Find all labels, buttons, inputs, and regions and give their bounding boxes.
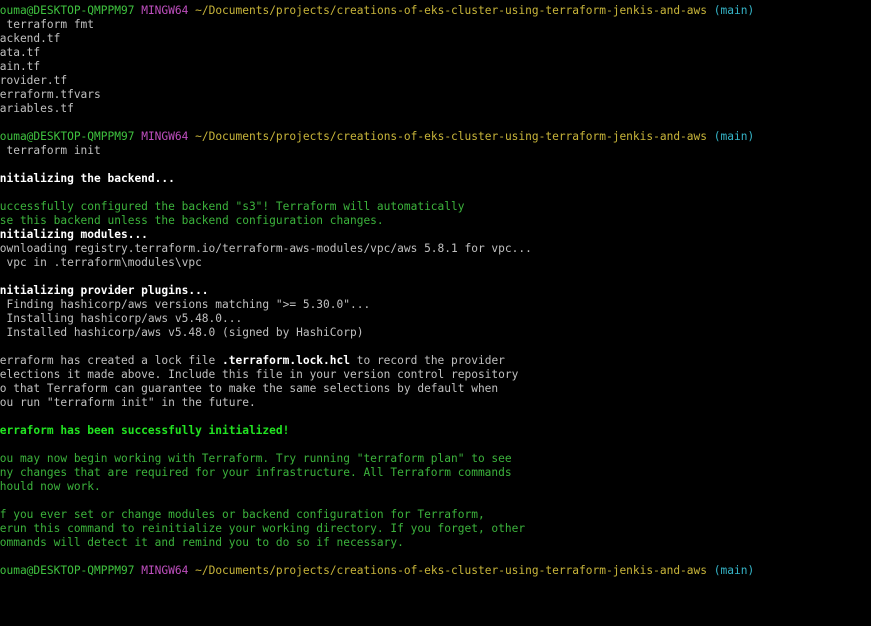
text-segment: Successfully configured the backend "s3"… [0,200,465,213]
text-segment: selections it made above. Include this f… [0,368,519,381]
prompt-line: zouma@DESKTOP-QMPPM97 MINGW64 ~/Document… [0,4,871,18]
output-line: Initializing modules... [0,228,871,242]
text-segment: MINGW64 [141,564,189,577]
text-segment: MINGW64 [141,4,189,17]
output-line: terraform.tfvars [0,88,871,102]
text-segment: ~/Documents/projects/creations-of-eks-cl… [195,564,708,577]
text-segment: Terraform has been successfully initiali… [0,424,290,437]
output-line: - Installed hashicorp/aws v5.48.0 (signe… [0,326,871,340]
text-segment: - Finding hashicorp/aws versions matchin… [0,298,371,311]
output-line: Initializing provider plugins... [0,284,871,298]
text-segment: - Installed hashicorp/aws v5.48.0 (signe… [0,326,364,339]
text-segment: You may now begin working with Terraform… [0,452,512,465]
text-segment [707,4,714,17]
output-line: Initializing the backend... [0,172,871,186]
output-line: Terraform has created a lock file .terra… [0,354,871,368]
text-segment: data.tf [0,46,41,59]
text-segment: ~/Documents/projects/creations-of-eks-cl… [195,4,708,17]
text-segment [707,564,714,577]
text-segment: If you ever set or change modules or bac… [0,508,485,521]
command-line: $ terraform init [0,144,871,158]
text-segment [707,130,714,143]
text-segment: MINGW64 [141,130,189,143]
text-segment: Initializing the backend... [0,172,175,185]
text-segment: should now work. [0,480,101,493]
command-line: $ terraform fmt [0,18,871,32]
text-segment: $ terraform init [0,144,101,157]
text-segment: $ terraform fmt [0,18,95,31]
output-line: main.tf [0,60,871,74]
output-line: Terraform has been successfully initiali… [0,424,871,438]
output-line: If you ever set or change modules or bac… [0,508,871,522]
output-line: should now work. [0,480,871,494]
output-line: variables.tf [0,102,871,116]
input-line[interactable]: $ [0,578,871,592]
output-line: - Finding hashicorp/aws versions matchin… [0,298,871,312]
output-line: provider.tf [0,74,871,88]
output-line: so that Terraform can guarantee to make … [0,382,871,396]
output-line: commands will detect it and remind you t… [0,536,871,550]
output-line: rerun this command to reinitialize your … [0,522,871,536]
output-line: You may now begin working with Terraform… [0,452,871,466]
output-line: Successfully configured the backend "s3"… [0,200,871,214]
text-segment: .terraform.lock.hcl [222,354,350,367]
text-segment: commands will detect it and remind you t… [0,536,404,549]
text-segment: to record the provider [350,354,505,367]
text-segment: main.tf [0,60,41,73]
text-segment: variables.tf [0,102,74,115]
text-segment: use this backend unless the backend conf… [0,214,384,227]
terminal-output: zouma@DESKTOP-QMPPM97 MINGW64 ~/Document… [0,4,871,592]
text-segment: ~/Documents/projects/creations-of-eks-cl… [195,130,708,143]
text-segment: zouma@DESKTOP-QMPPM97 [0,130,135,143]
text-segment: Initializing modules... [0,228,148,241]
prompt-line: zouma@DESKTOP-QMPPM97 MINGW64 ~/Document… [0,130,871,144]
text-segment: zouma@DESKTOP-QMPPM97 [0,4,135,17]
text-segment: - Installing hashicorp/aws v5.48.0... [0,312,243,325]
output-line: selections it made above. Include this f… [0,368,871,382]
text-segment: you run "terraform init" in the future. [0,396,256,409]
text-segment: Initializing provider plugins... [0,284,209,297]
output-line: - vpc in .terraform\modules\vpc [0,256,871,270]
cursor [6,578,13,591]
prompt-line: zouma@DESKTOP-QMPPM97 MINGW64 ~/Document… [0,564,871,578]
terminal-window[interactable]: zouma@DESKTOP-QMPPM97 MINGW64 ~/Document… [0,0,871,626]
text-segment: (main) [713,564,755,577]
text-segment: zouma@DESKTOP-QMPPM97 [0,564,135,577]
text-segment: so that Terraform can guarantee to make … [0,382,499,395]
text-segment: Terraform has created a lock file [0,354,223,367]
output-line: any changes that are required for your i… [0,466,871,480]
output-line: you run "terraform init" in the future. [0,396,871,410]
output-line: data.tf [0,46,871,60]
text-segment: rerun this command to reinitialize your … [0,522,526,535]
text-segment: any changes that are required for your i… [0,466,512,479]
output-line: - Installing hashicorp/aws v5.48.0... [0,312,871,326]
output-line: backend.tf [0,32,871,46]
text-segment: (main) [713,4,755,17]
text-segment: backend.tf [0,32,61,45]
text-segment: terraform.tfvars [0,88,101,101]
text-segment: (main) [713,130,755,143]
output-line: Downloading registry.terraform.io/terraf… [0,242,871,256]
text-segment: Downloading registry.terraform.io/terraf… [0,242,532,255]
text-segment: provider.tf [0,74,68,87]
output-line: use this backend unless the backend conf… [0,214,871,228]
text-segment: - vpc in .terraform\modules\vpc [0,256,202,269]
